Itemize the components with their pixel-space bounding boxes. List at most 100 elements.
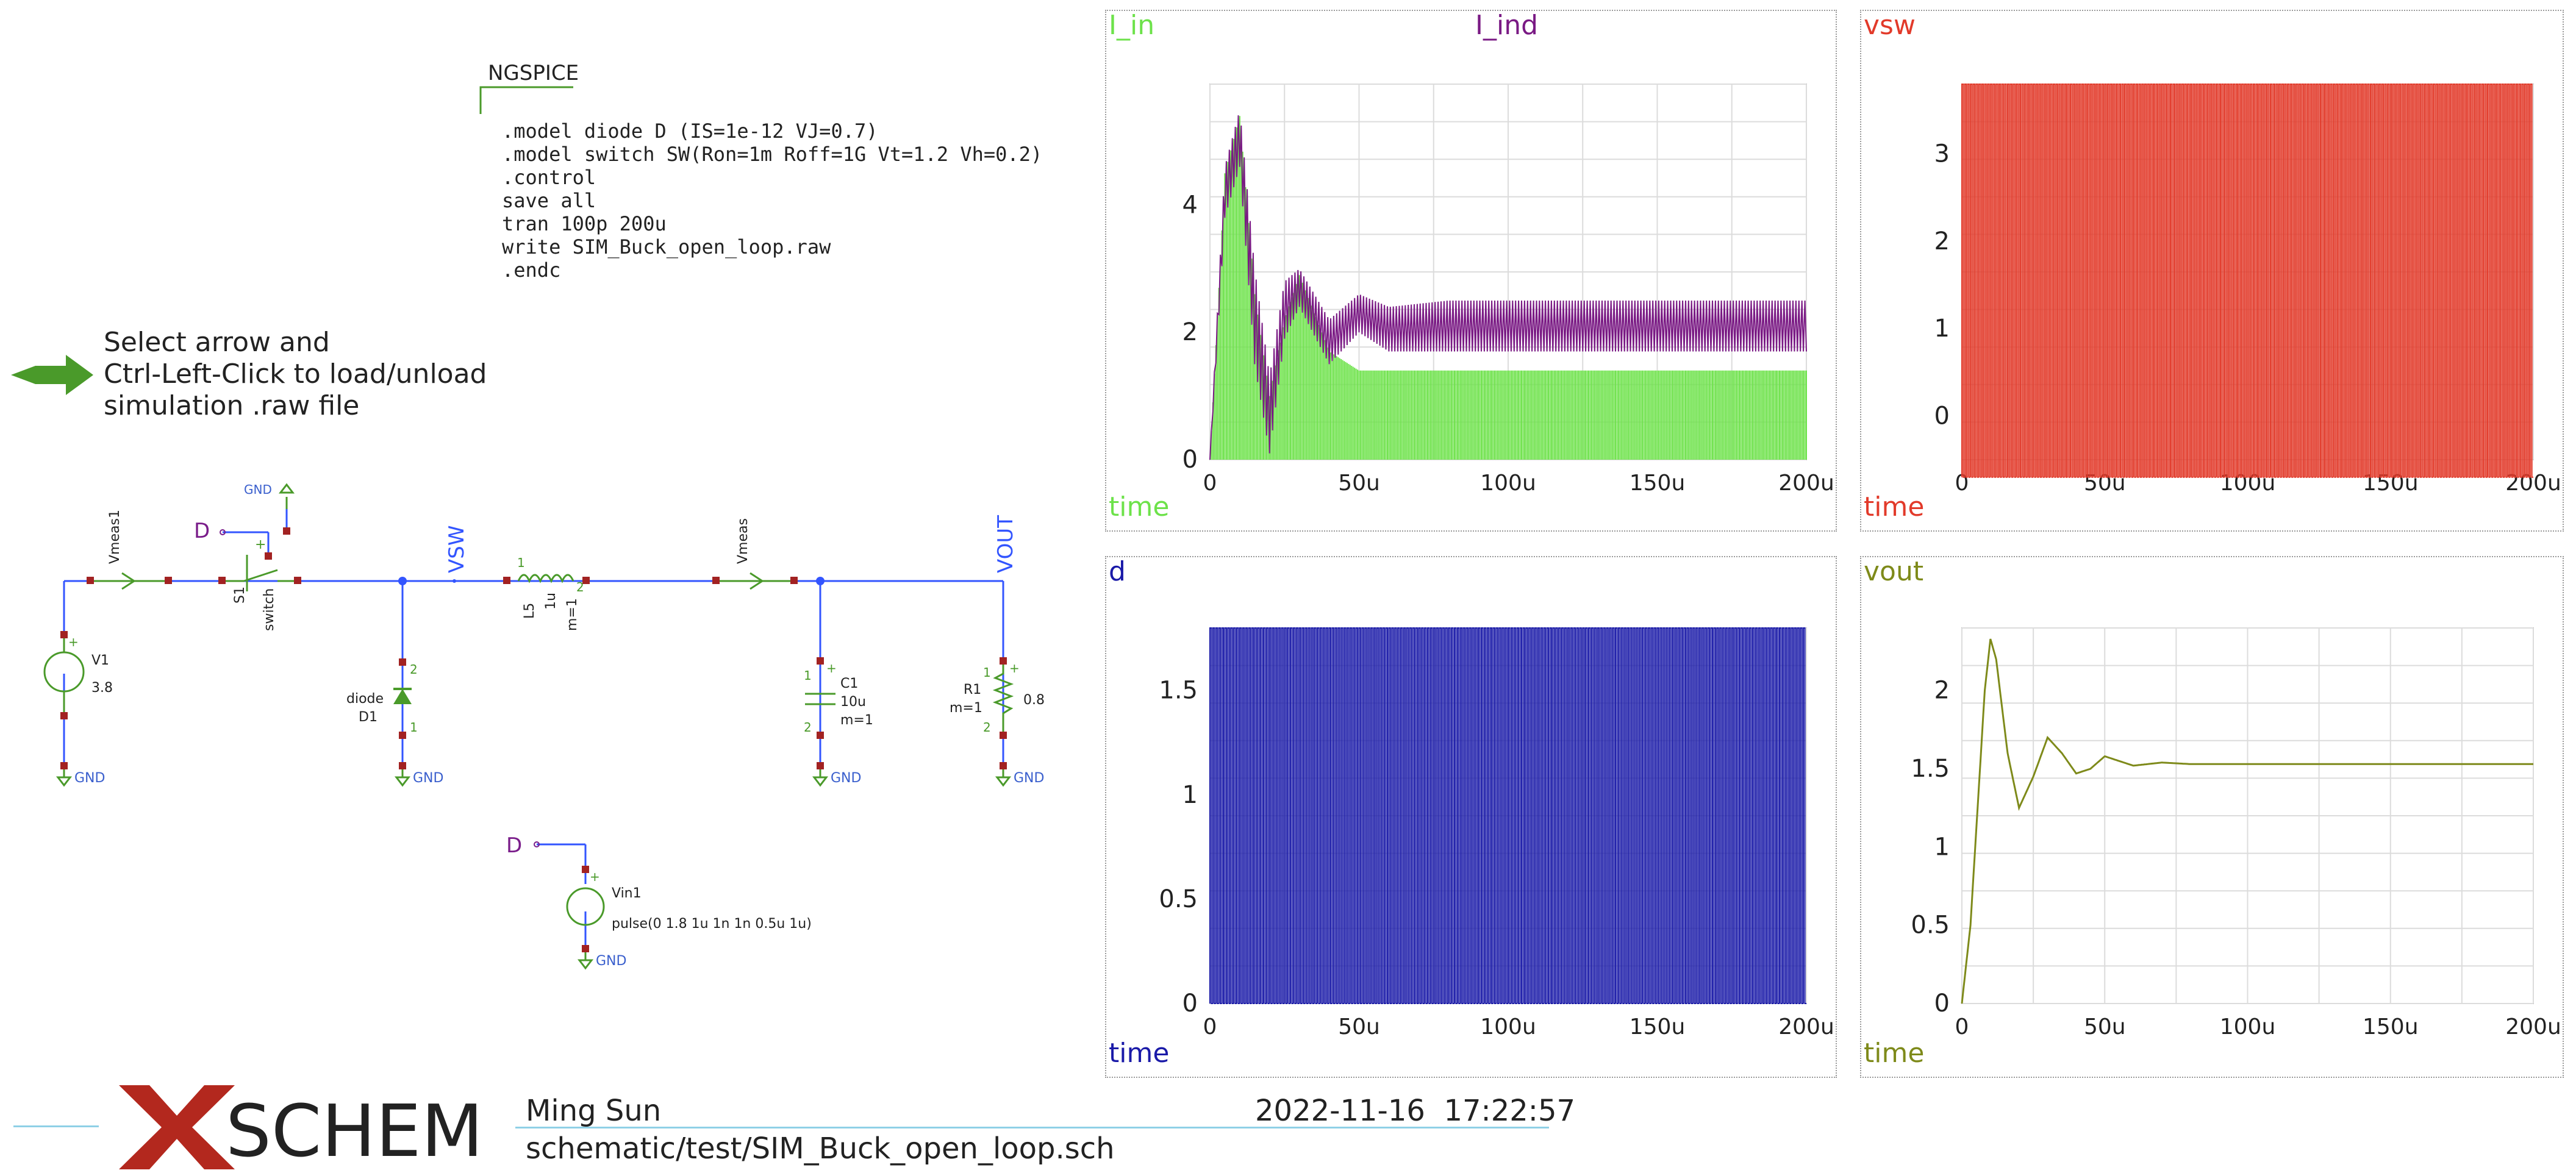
x-tick-label: 100u [1480,1014,1536,1039]
voltage-source-v1[interactable]: + V1 3.8 [43,631,113,719]
graph-panel-vsw[interactable]: vsw time 0 50u 100u 150u 200u 0 1 2 3 [1860,10,2564,532]
y-tick-label: 0 [1934,989,1950,1018]
y-tick-label: 0 [1934,402,1950,430]
vout-net-label: VOUT [993,515,1018,573]
svg-text:2: 2 [983,720,991,735]
x-tick-label: 50u [1338,1014,1380,1039]
gnd-symbol: GND [812,762,861,787]
ngspice-title: NGSPICE [488,61,579,85]
vin1-label: Vin1 [612,886,642,901]
d-net-label: D [506,833,522,858]
author: Ming Sun [526,1094,662,1128]
inductor-l5[interactable]: 1 2 L5 1u m=1 [503,555,590,631]
c1-label: C1 [840,676,858,691]
series-d [1209,627,1806,1004]
l5-m: m=1 [565,598,580,631]
ngspice-bracket [479,86,573,114]
datetime: 2022-11-16 17:22:57 [1255,1094,1576,1128]
y-tick-label: 4 [1182,191,1198,219]
y-tick-label: 0 [1182,989,1198,1018]
svg-text:2: 2 [576,580,584,594]
load-hint-line: Ctrl-Left-Click to load/unload [104,358,487,390]
v1-value: 3.8 [91,680,113,696]
s1-label: S1 [232,586,248,604]
gnd-symbol: GND [995,762,1044,787]
resistor-r1[interactable]: 1 + 2 R1 m=1 0.8 [950,657,1045,739]
svg-text:1: 1 [410,720,418,735]
ngspice-line: .control [502,166,596,189]
c1-value: 10u [840,694,866,710]
ngspice-line: .model switch SW(Ron=1m Roff=1G Vt=1.2 V… [502,143,1043,166]
l5-label: L5 [522,603,537,619]
y-tick-label: 0.5 [1911,911,1950,939]
gnd-label: GND [596,954,626,969]
y-tick-label: 0.5 [1159,885,1198,913]
graph-panel-current[interactable]: I_in I_ind time 0 50u 100u 150u 200u 0 2 4 [1105,10,1837,532]
ngspice-line: tran 100p 200u [502,212,667,235]
title-block-line [515,1127,1549,1128]
svg-text:2: 2 [804,720,812,735]
x-tick-label: 100u [2220,1014,2276,1039]
s1-model-label: switch [262,588,277,631]
graph-plot-area[interactable]: 0 50u 100u 150u 200u 0 0.5 1 1.5 [1106,557,1836,1077]
schematic[interactable]: Vmeas1 + S1 switch D GND VSW 1 2 L5 1u m… [0,463,1098,1012]
x-tick-label: 200u [2505,1014,2561,1039]
gnd-symbol: GND [394,762,443,787]
vmeas-label: Vmeas [735,518,751,564]
voltage-source-vin1[interactable]: + Vin1 pulse(0 1.8 1u 1n 1n 0.5u 1u) GND [566,866,812,970]
x-tick-label: 150u [2363,1014,2419,1039]
y-tick-label: 0 [1182,446,1198,474]
xschem-canvas[interactable]: NGSPICE .model diode D (IS=1e-12 VJ=0.7)… [0,0,2576,1172]
r1-label: R1 [964,682,981,697]
graph-panel-d[interactable]: d time 0 50u 100u 150u 200u 0 0.5 1 1.5 [1105,556,1837,1078]
svg-text:GND: GND [74,771,105,786]
graph-plot-area[interactable]: 0 50u 100u 150u 200u 0 2 4 [1106,11,1836,530]
graph-plot-area[interactable]: 0 50u 100u 150u 200u0123 [1861,11,2563,530]
svg-text:+: + [1009,661,1020,676]
diode-d1[interactable]: 2 1 diode D1 [346,658,418,739]
y-tick-label: 2 [1182,318,1198,346]
ngspice-line: .model diode D (IS=1e-12 VJ=0.7) [502,119,878,143]
junction-dot [398,577,407,585]
graph-plot-area[interactable]: 0 50u 100u 150u 200u 0 0.5 1 1.5 2 [1861,557,2563,1077]
vsw-net-label: VSW [445,526,469,573]
vmeas1-ammeter[interactable]: Vmeas1 [87,510,172,590]
r1-value: 0.8 [1023,693,1045,708]
ngspice-line: .endc [502,258,561,282]
x-tick-label: 0 [1955,1014,1969,1039]
capacitor-c1[interactable]: 1 + 2 C1 10u m=1 [804,657,873,739]
svg-text:GND: GND [1014,771,1044,786]
vmeas-ammeter[interactable]: Vmeas [712,518,798,590]
y-tick-label: 1 [1182,781,1198,809]
series-vsw [1961,84,2533,478]
vin1-value: pulse(0 1.8 1u 1n 1n 0.5u 1u) [612,916,812,932]
y-tick-label: 1.5 [1911,755,1950,783]
xschem-logo-text: SCHEM [226,1089,484,1173]
x-tick-label: 150u [1630,1014,1686,1039]
ngspice-line: save all [502,189,596,212]
gnd-symbol: GND [55,762,105,787]
green-arrow-icon[interactable] [11,354,96,396]
x-tick-label: 100u [1480,471,1536,496]
svg-text:1: 1 [983,665,991,680]
svg-text:+: + [68,635,79,649]
switch-s1[interactable]: + S1 switch [218,537,301,631]
y-tick-label: 3 [1934,140,1950,168]
c1-m: m=1 [840,713,873,728]
graph-panel-vout[interactable]: vout time 0 50u 100u 150u 200u 0 0.5 1 1.5 2 [1860,556,2564,1078]
v1-label: V1 [91,653,109,668]
svg-text:GND: GND [413,771,443,786]
r1-m: m=1 [950,701,982,716]
d-net-label: D [194,519,210,543]
gnd-symbol: GND [244,482,295,535]
svg-text:1: 1 [517,555,525,570]
diode-model-label: diode [346,691,384,707]
x-tick-label: 150u [1630,471,1686,496]
y-tick-label: 1 [1934,315,1950,343]
svg-text:1: 1 [804,668,812,683]
diode-label: D1 [359,710,377,725]
ngspice-line: write SIM_Buck_open_loop.raw [502,235,831,258]
x-tick-label: 50u [2084,1014,2126,1039]
x-tick-label: 0 [1203,1014,1217,1039]
svg-text:2: 2 [410,662,418,677]
